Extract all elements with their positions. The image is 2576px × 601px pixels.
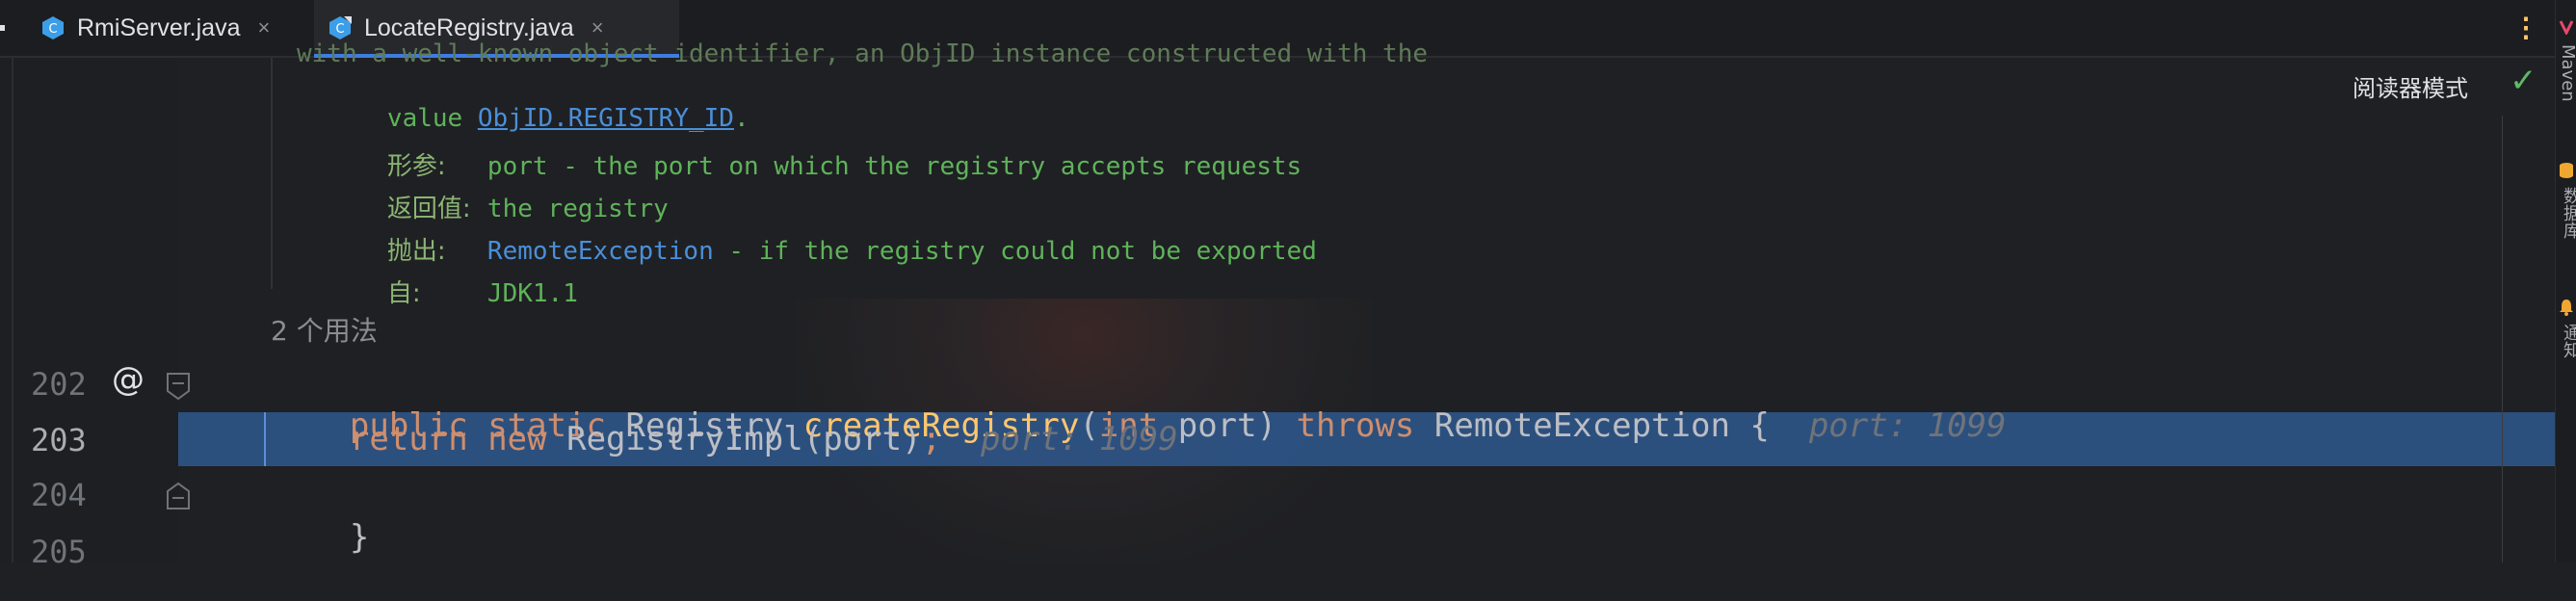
maven-icon[interactable] (2559, 19, 2574, 35)
right-margin-guide (2502, 116, 2503, 562)
inlay-hint: port: 1099 (981, 420, 1178, 458)
database-icon[interactable] (2559, 162, 2574, 179)
keyword-new: new (487, 420, 547, 458)
database-tool-label[interactable]: 数据库 (2558, 187, 2576, 239)
check-icon[interactable]: ✓ (2510, 62, 2537, 100)
svg-text:C: C (48, 22, 57, 37)
tab-rmiserver[interactable]: C RmiServer.java × (21, 0, 329, 56)
documentation-block: with a well-known object identifier, an … (178, 39, 1527, 308)
closing-brace: } (349, 518, 370, 557)
usages-hint[interactable]: 2 个用法 (271, 310, 378, 349)
doc-left-rule (271, 58, 273, 289)
exception-type: RemoteException { (1433, 406, 1770, 445)
keyword-return: return (349, 420, 468, 458)
close-icon[interactable]: × (258, 15, 271, 40)
maven-tool-label[interactable]: Maven (2558, 44, 2576, 102)
left-edge-marker (0, 25, 5, 31)
gutter-separator (12, 58, 13, 562)
line-gutter: 202 203 204 205 @ (0, 58, 190, 570)
tab-label: RmiServer.java (77, 13, 241, 41)
constructor-call: RegistryImpl(port) (566, 420, 922, 458)
line-number: 204 (31, 477, 87, 513)
more-options-icon[interactable]: ⋮ (2512, 13, 2539, 42)
java-class-icon: C (40, 15, 66, 40)
keyword-throws: throws (1296, 406, 1415, 445)
since-text: JDK1.1 (486, 279, 578, 308)
right-tool-strip: Maven 数据库 通知 (2555, 0, 2576, 562)
line-number: 205 (31, 534, 87, 570)
implementation-annotation-icon[interactable]: @ (112, 360, 145, 399)
java-class-icon: C (328, 15, 353, 40)
code-line-204: } (271, 474, 369, 601)
code-line-203: return new RegistryImpl(port); port: 109… (271, 418, 1178, 460)
line-number: 202 (31, 366, 87, 403)
code-editor[interactable]: with a well-known object identifier, an … (178, 39, 2555, 562)
semicolon: ; (921, 420, 942, 458)
doc-description-line: with a well-known object identifier, an … (297, 39, 1428, 68)
notifications-tool-label[interactable]: 通知 (2558, 324, 2576, 358)
notifications-bell-icon[interactable] (2559, 299, 2574, 316)
svg-text:C: C (335, 22, 344, 37)
caret-guide (264, 412, 266, 466)
line-number: 203 (31, 422, 87, 458)
close-icon[interactable]: × (591, 15, 604, 40)
inlay-hint: port: 1099 (1808, 406, 2007, 445)
param-name: port) (1177, 406, 1297, 445)
since-label: 自: (386, 279, 421, 308)
throws-text: - if the registry could not be exported (713, 237, 1317, 266)
reader-mode-button[interactable]: 阅读器模式 (2353, 69, 2468, 103)
